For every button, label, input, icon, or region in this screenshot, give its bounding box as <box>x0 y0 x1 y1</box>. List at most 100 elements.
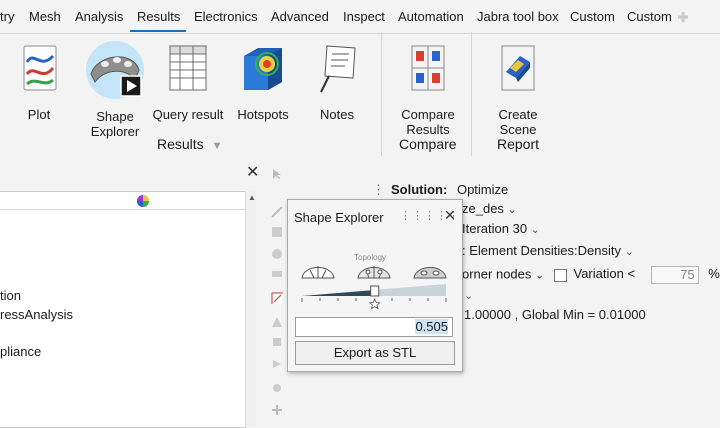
tool-icon[interactable] <box>271 404 283 416</box>
slider-label: Topology <box>354 253 387 262</box>
shape-dense-icon <box>413 267 447 279</box>
shape-explorer-label-line2: Explorer <box>90 124 140 139</box>
nodes-value[interactable]: orner nodes <box>462 266 531 281</box>
solution-label: Solution: <box>391 182 448 197</box>
iteration-row[interactable]: Iteration 30 ⌄ <box>462 221 540 236</box>
query-result-label: Query result <box>152 107 224 122</box>
design-row[interactable]: ze_des ⌄ <box>462 201 517 216</box>
measure-icon[interactable] <box>271 292 283 304</box>
iteration-value[interactable]: Iteration 30 <box>462 221 527 236</box>
divider <box>471 32 472 156</box>
menu-item-inspect[interactable]: Inspect <box>343 9 385 24</box>
notes-icon <box>320 45 356 93</box>
notes-label: Notes <box>320 107 354 122</box>
compare-results-icon <box>411 45 445 91</box>
slider-value-input[interactable]: 0.505 <box>295 317 453 337</box>
dialog-title: Shape Explorer <box>294 210 384 225</box>
chevron-down-icon[interactable]: ⌄ <box>625 246 634 258</box>
shape-sparse-icon <box>301 266 335 279</box>
query-table-icon <box>169 45 207 91</box>
compare-results-tool[interactable]: Compare Results <box>395 42 461 137</box>
color-wheel-icon[interactable] <box>136 194 150 208</box>
variation-label: Variation < <box>573 266 636 282</box>
design-value[interactable]: ze_des <box>462 201 504 216</box>
result-type-value[interactable]: : Element Densities:Density <box>462 243 621 258</box>
divider <box>381 32 382 156</box>
select-cursor-icon[interactable] <box>271 168 283 180</box>
create-scene-label-line1: Create <box>498 107 538 122</box>
menu-item-jabra-tool-box[interactable]: Jabra tool box <box>477 9 559 24</box>
results-group-label: Results ▼ <box>157 136 223 152</box>
compare-group-label: Compare <box>399 136 457 152</box>
solution-value[interactable]: Optimize <box>457 182 508 197</box>
shape-explorer-icon <box>86 41 144 99</box>
results-tree: tion ressAnalysis pliance <box>0 191 246 428</box>
tool-icon[interactable] <box>271 226 283 238</box>
menu-item-custom-1[interactable]: Custom <box>570 9 615 24</box>
menu-bar: try Mesh Analysis Results Electronics Ad… <box>0 0 720 34</box>
tool-icon[interactable] <box>271 336 283 348</box>
create-scene-tool[interactable]: Create Scene <box>489 42 547 137</box>
query-result-tool[interactable]: Query result <box>152 42 224 122</box>
shape-explorer-dialog: Shape Explorer ⋮⋮⋮⋮⋮ ✕ Topology 0.505 Ex… <box>287 199 463 372</box>
plus-icon[interactable] <box>677 11 689 23</box>
star-icon <box>368 297 381 310</box>
slider-thumb[interactable] <box>370 285 380 297</box>
create-scene-icon <box>501 45 535 91</box>
tree-item[interactable]: tion <box>0 288 21 303</box>
tree-scrollbar[interactable]: ▲ <box>245 191 256 426</box>
report-group-label: Report <box>497 136 540 152</box>
variation-checkbox[interactable] <box>553 268 567 282</box>
hotspots-tool[interactable]: Hotspots <box>234 42 292 122</box>
active-tab-indicator <box>130 30 186 32</box>
chevron-down-icon[interactable]: ⌄ <box>531 224 540 236</box>
tree-item[interactable]: ressAnalysis <box>0 307 73 322</box>
hotspots-icon <box>244 48 282 90</box>
close-icon[interactable]: ✕ <box>246 162 259 182</box>
close-icon[interactable]: ✕ <box>444 207 456 224</box>
nodes-row: orner nodes ⌄ Variation < 75 % <box>462 266 720 284</box>
menu-item-electronics[interactable]: Electronics <box>194 9 258 24</box>
hotspots-label: Hotspots <box>237 107 289 122</box>
chevron-down-icon[interactable]: ▼ <box>212 140 223 152</box>
menu-item-results[interactable]: Results <box>137 9 180 24</box>
side-toolbar <box>265 160 287 426</box>
chevron-down-icon[interactable]: ⌄ <box>508 204 517 216</box>
solution-row: ⋮ Solution: Optimize <box>372 182 508 198</box>
tool-icon[interactable] <box>271 268 283 280</box>
menu-item-geometry[interactable]: try <box>0 9 14 24</box>
notes-tool[interactable]: Notes <box>312 42 362 122</box>
tool-icon[interactable] <box>271 358 283 370</box>
global-range-text: 1.00000 , Global Min = 0.01000 <box>464 307 646 322</box>
tool-icon[interactable] <box>271 206 283 218</box>
plot-icon <box>23 45 57 91</box>
menu-item-mesh[interactable]: Mesh <box>29 9 61 24</box>
chevron-down-icon[interactable]: ⌄ <box>464 287 473 302</box>
drag-handle-icon[interactable]: ⋮ <box>372 182 385 197</box>
ribbon: Plot Shape Explorer Query result Hotspot… <box>0 32 720 162</box>
create-scene-label-line2: Scene <box>499 122 537 137</box>
tool-icon[interactable] <box>271 382 283 394</box>
chevron-down-icon[interactable]: ⌄ <box>535 269 544 281</box>
shape-medium-icon <box>357 266 391 279</box>
plot-tool[interactable]: Plot <box>14 42 64 122</box>
menu-item-automation[interactable]: Automation <box>398 9 464 24</box>
topology-slider[interactable] <box>300 280 448 310</box>
tool-icon[interactable] <box>271 248 283 260</box>
compare-results-label-line2: Results <box>406 122 450 137</box>
divider <box>0 209 245 210</box>
result-type-row[interactable]: : Element Densities:Density ⌄ <box>462 243 634 258</box>
slider-value: 0.505 <box>415 319 448 334</box>
shape-explorer-label-line1: Shape <box>96 109 134 124</box>
menu-item-advanced[interactable]: Advanced <box>271 9 329 24</box>
tool-icon[interactable] <box>271 316 283 328</box>
shape-explorer-tool[interactable]: Shape Explorer <box>80 40 150 139</box>
tree-item[interactable]: pliance <box>0 344 41 359</box>
plot-label: Plot <box>27 107 51 122</box>
menu-item-custom-2[interactable]: Custom <box>627 9 672 24</box>
scroll-up-icon[interactable]: ▲ <box>248 193 256 202</box>
variation-input[interactable]: 75 <box>650 266 699 284</box>
menu-item-analysis[interactable]: Analysis <box>75 9 123 24</box>
variation-unit: % <box>708 266 720 282</box>
export-stl-button[interactable]: Export as STL <box>295 341 455 365</box>
